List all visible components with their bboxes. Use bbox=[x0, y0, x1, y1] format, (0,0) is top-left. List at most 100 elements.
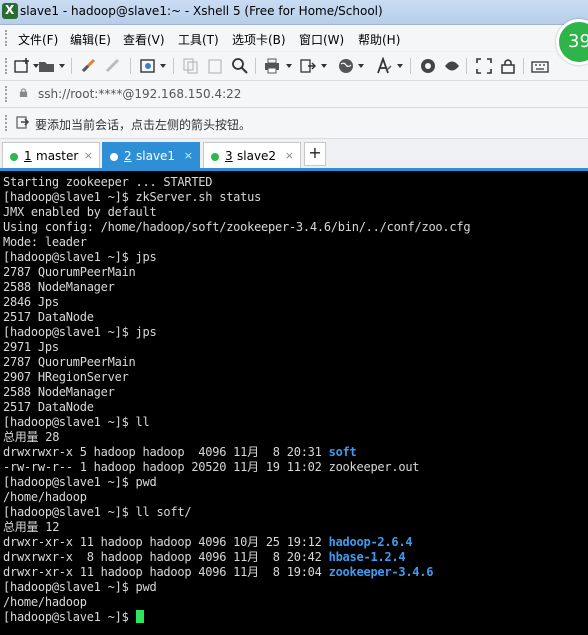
menu-help[interactable]: 帮助(H) bbox=[358, 31, 400, 48]
add-session-arrow-icon[interactable] bbox=[16, 116, 30, 130]
terminal-line: 2787 QuorumPeerMain bbox=[3, 265, 136, 280]
tab-master[interactable]: 1 master × bbox=[2, 142, 100, 168]
terminal-line-text: 2907 HRegionServer bbox=[3, 370, 129, 384]
terminal-line: /home/hadoop bbox=[3, 490, 87, 505]
menu-tabs[interactable]: 选项卡(B) bbox=[232, 31, 286, 48]
tab-close-icon[interactable]: × bbox=[184, 149, 193, 162]
terminal-line: 2787 QuorumPeerMain bbox=[3, 355, 136, 370]
terminal-line-text: [hadoop@slave1 ~]$ jps bbox=[3, 325, 157, 339]
menu-view[interactable]: 查看(V) bbox=[123, 31, 165, 48]
terminal-line: drwxr-xr-x 11 hadoop hadoop 4096 10月 25 … bbox=[3, 535, 413, 550]
font-icon[interactable] bbox=[375, 57, 393, 75]
find-icon[interactable] bbox=[231, 57, 249, 75]
terminal-line-text: /home/hadoop bbox=[3, 490, 87, 504]
terminal-line: [hadoop@slave1 ~]$ jps bbox=[3, 325, 157, 340]
session-address[interactable]: ssh://root:****@192.168.150.4:22 bbox=[38, 87, 241, 101]
terminal-line: [hadoop@slave1 ~]$ bbox=[3, 610, 144, 625]
terminal-line-text: Using config: /home/hadoop/soft/zookeepe… bbox=[3, 220, 471, 234]
unlink-icon[interactable] bbox=[104, 57, 122, 75]
terminal-line: [hadoop@slave1 ~]$ zkServer.sh status bbox=[3, 190, 261, 205]
terminal-line-text: [hadoop@slave1 ~]$ jps bbox=[3, 250, 157, 264]
properties-dropdown[interactable] bbox=[160, 64, 166, 68]
tab-label: master bbox=[36, 149, 79, 163]
tab-label: slave2 bbox=[237, 149, 277, 163]
terminal-line: 2971 Jps bbox=[3, 340, 59, 355]
keyboard-icon[interactable] bbox=[531, 57, 549, 75]
terminal-line-text: 2517 DataNode bbox=[3, 310, 94, 324]
connected-status-icon bbox=[211, 153, 219, 161]
print-dropdown[interactable] bbox=[286, 64, 292, 68]
hint-text: 要添加当前会话，点击左侧的箭头按钮。 bbox=[35, 118, 252, 132]
terminal-line: -rw-rw-r-- 1 hadoop hadoop 20520 11月 19 … bbox=[3, 460, 420, 475]
paste-icon[interactable] bbox=[206, 57, 224, 75]
globe-dropdown[interactable] bbox=[358, 64, 364, 68]
session-hint-bar: 要添加当前会话，点击左侧的箭头按钮。 bbox=[0, 108, 588, 139]
xmanager-icon[interactable] bbox=[443, 57, 461, 75]
terminal-line-text: 2787 QuorumPeerMain bbox=[3, 265, 136, 279]
copy-icon[interactable] bbox=[182, 57, 200, 75]
tab-number: 3 bbox=[225, 149, 233, 163]
menu-edit[interactable]: 编辑(E) bbox=[70, 31, 111, 48]
font-dropdown[interactable] bbox=[397, 64, 403, 68]
terminal-line: JMX enabled by default bbox=[3, 205, 157, 220]
print-icon[interactable] bbox=[263, 57, 281, 75]
link-icon[interactable] bbox=[80, 57, 98, 75]
badge-count: 39 bbox=[568, 31, 588, 52]
open-dropdown[interactable] bbox=[59, 64, 65, 68]
terminal-line: [hadoop@slave1 ~]$ pwd bbox=[3, 580, 157, 595]
fullscreen-icon[interactable] bbox=[475, 57, 493, 75]
terminal-cursor bbox=[135, 610, 144, 623]
connected-status-icon bbox=[10, 153, 18, 161]
transfer-dropdown[interactable] bbox=[321, 64, 327, 68]
xshell-window: slave1 - hadoop@slave1:~ - Xshell 5 (Fre… bbox=[0, 0, 588, 635]
transfer-icon[interactable] bbox=[299, 57, 317, 75]
terminal-line-text: drwxrwxr-x 5 hadoop hadoop 4096 11月 8 20… bbox=[3, 445, 329, 459]
terminal-line: [hadoop@slave1 ~]$ ll soft/ bbox=[3, 505, 192, 520]
terminal-line-text: 2517 DataNode bbox=[3, 400, 94, 414]
terminal-line: [hadoop@slave1 ~]$ pwd bbox=[3, 475, 157, 490]
terminal-line-text: Starting zookeeper ... STARTED bbox=[3, 175, 213, 189]
terminal-line-text: JMX enabled by default bbox=[3, 205, 157, 219]
tab-slave1[interactable]: 2 slave1 × bbox=[102, 142, 200, 168]
tab-close-icon[interactable]: × bbox=[285, 149, 294, 162]
properties-icon[interactable] bbox=[139, 57, 157, 75]
xftp-icon[interactable] bbox=[419, 57, 437, 75]
terminal-line: [hadoop@slave1 ~]$ jps bbox=[3, 250, 157, 265]
terminal-line: drwxrwxr-x 8 hadoop hadoop 4096 11月 8 20… bbox=[3, 550, 406, 565]
toolbar-separator bbox=[410, 58, 411, 74]
menu-window[interactable]: 窗口(W) bbox=[299, 31, 344, 48]
directory-name: soft bbox=[328, 445, 357, 459]
toolbar-separator bbox=[466, 58, 467, 74]
terminal-output[interactable]: Starting zookeeper ... STARTED [hadoop@sl… bbox=[0, 171, 588, 635]
new-session-icon[interactable] bbox=[13, 57, 31, 75]
terminal-line: 2588 NodeManager bbox=[3, 385, 115, 400]
terminal-line-text: drwxr-xr-x 11 hadoop hadoop 4096 11月 8 1… bbox=[3, 565, 329, 579]
hint-grip[interactable] bbox=[5, 115, 9, 131]
lock-icon[interactable] bbox=[499, 57, 517, 75]
menu-file[interactable]: 文件(F) bbox=[18, 31, 58, 48]
tab-label: slave1 bbox=[136, 149, 176, 163]
terminal-line-text: [hadoop@slave1 ~]$ pwd bbox=[3, 475, 157, 489]
tab-number: 2 bbox=[124, 149, 132, 163]
terminal-line-text: Mode: leader bbox=[3, 235, 87, 249]
terminal-line: 2588 NodeManager bbox=[3, 280, 115, 295]
terminal-line: 总用量 28 bbox=[3, 430, 59, 445]
new-tab-button[interactable]: + bbox=[304, 142, 326, 166]
terminal-line: 2907 HRegionServer bbox=[3, 370, 129, 385]
toolbar-separator bbox=[255, 58, 256, 74]
tab-slave2[interactable]: 3 slave2 × bbox=[203, 142, 301, 168]
toolbar-separator bbox=[71, 58, 72, 74]
terminal-line-text: 2787 QuorumPeerMain bbox=[3, 355, 136, 369]
terminal-line: drwxrwxr-x 5 hadoop hadoop 4096 11月 8 20… bbox=[3, 445, 357, 460]
address-grip[interactable] bbox=[5, 86, 9, 102]
terminal-line-text: drwxr-xr-x 11 hadoop hadoop 4096 10月 25 … bbox=[3, 535, 329, 549]
tab-close-icon[interactable]: × bbox=[84, 149, 93, 162]
directory-name: zookeeper-3.4.6 bbox=[328, 565, 434, 579]
open-folder-icon[interactable] bbox=[38, 57, 56, 75]
title-bar[interactable]: slave1 - hadoop@slave1:~ - Xshell 5 (Fre… bbox=[0, 0, 588, 25]
menu-grip[interactable] bbox=[5, 30, 9, 46]
toolbar-grip[interactable] bbox=[5, 58, 9, 74]
globe-icon[interactable] bbox=[337, 57, 355, 75]
menu-tools[interactable]: 工具(T) bbox=[178, 31, 219, 48]
terminal-line: /home/hadoop bbox=[3, 595, 87, 610]
